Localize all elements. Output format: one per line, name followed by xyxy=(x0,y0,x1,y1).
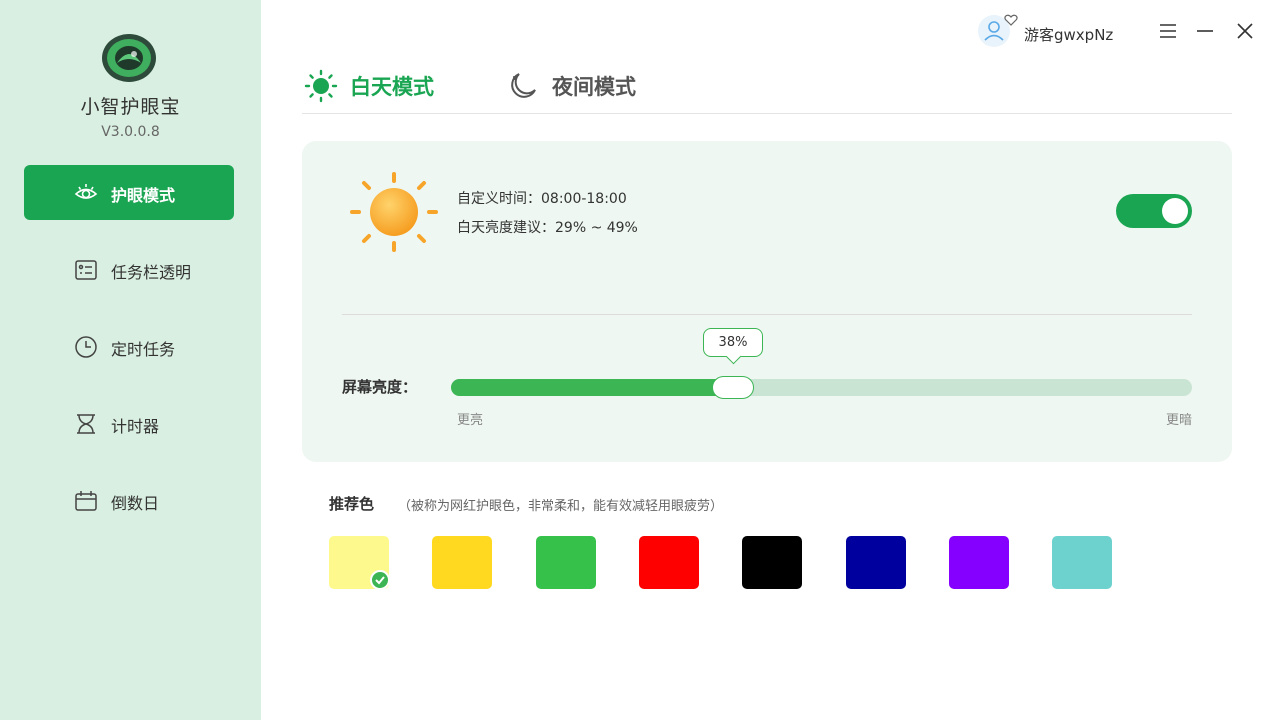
color-swatch-list xyxy=(329,536,1129,590)
sidebar-item-label: 护眼模式 xyxy=(111,186,176,205)
toggle-knob xyxy=(1162,198,1188,224)
recommended-colors-title: 推荐色 xyxy=(329,495,375,513)
sidebar-item-taskbar-transparent[interactable]: 任务栏透明 xyxy=(24,242,234,297)
sidebar-item-label: 倒数日 xyxy=(111,494,160,513)
color-swatch[interactable] xyxy=(638,536,699,589)
color-swatch[interactable] xyxy=(845,536,906,589)
tab-label: 夜间模式 xyxy=(552,75,636,99)
color-swatch[interactable] xyxy=(948,536,1009,589)
taskbar-icon xyxy=(75,260,97,280)
sidebar-item-label: 定时任务 xyxy=(111,340,176,359)
brightness-suggestion-text: 白天亮度建议：29% ~ 49% xyxy=(457,220,638,236)
sidebar-item-timer[interactable]: 计时器 xyxy=(24,396,234,451)
tabs-divider xyxy=(302,113,1232,114)
brightness-slider-thumb[interactable] xyxy=(712,376,754,399)
brightness-value-tooltip: 38% xyxy=(703,328,763,357)
sidebar-item-scheduled-task[interactable]: 定时任务 xyxy=(24,319,234,374)
brightness-slider-fill xyxy=(451,379,745,396)
tab-day-mode[interactable]: 白天模式 xyxy=(304,68,434,104)
custom-time-text: 自定义时间：08:00-18:00 xyxy=(457,191,627,207)
app-name: 小智护眼宝 xyxy=(80,96,181,118)
check-icon xyxy=(370,570,390,590)
sidebar: 小智护眼宝 V3.0.0.8 护眼模式 任务栏透明 定时任务 计时器 倒数日 xyxy=(0,0,261,720)
color-swatch[interactable] xyxy=(1052,536,1113,589)
heart-icon xyxy=(1004,14,1018,26)
color-swatch[interactable] xyxy=(329,536,390,590)
menu-icon[interactable] xyxy=(1157,20,1179,42)
sidebar-item-label: 计时器 xyxy=(111,417,160,436)
clock-icon xyxy=(75,336,97,358)
app-version: V3.0.0.8 xyxy=(101,124,160,140)
sun-illustration-icon xyxy=(350,172,438,252)
sidebar-item-countdown[interactable]: 倒数日 xyxy=(24,473,234,528)
minimize-icon[interactable] xyxy=(1194,20,1216,42)
card-divider xyxy=(342,314,1192,315)
tab-night-mode[interactable]: 夜间模式 xyxy=(506,68,636,104)
day-mode-toggle[interactable] xyxy=(1116,194,1192,228)
color-swatch[interactable] xyxy=(432,536,493,589)
darker-label: 更暗 xyxy=(1165,413,1192,428)
eye-icon xyxy=(74,184,98,199)
recommended-colors-description: （被称为网红护眼色，非常柔和，能有效减轻用眼疲劳） xyxy=(398,499,724,514)
moon-icon xyxy=(511,73,536,98)
brighter-label: 更亮 xyxy=(457,413,484,428)
tab-label: 白天模式 xyxy=(350,75,434,99)
sun-icon xyxy=(304,69,338,103)
close-icon[interactable] xyxy=(1234,20,1256,42)
sidebar-item-label: 任务栏透明 xyxy=(111,263,192,282)
brightness-label: 屏幕亮度： xyxy=(342,378,418,396)
user-name[interactable]: 游客gwxpNz xyxy=(1024,24,1113,45)
day-mode-card: 自定义时间：08:00-18:00 白天亮度建议：29% ~ 49% 屏幕亮度：… xyxy=(302,141,1232,462)
hourglass-icon xyxy=(77,414,95,434)
app-logo-icon xyxy=(102,34,156,82)
calendar-icon xyxy=(75,491,97,511)
brightness-slider-track[interactable]: 38% xyxy=(451,328,1192,399)
sidebar-item-eye-mode[interactable]: 护眼模式 xyxy=(24,165,234,220)
color-swatch[interactable] xyxy=(535,536,596,589)
color-swatch[interactable] xyxy=(742,536,803,589)
